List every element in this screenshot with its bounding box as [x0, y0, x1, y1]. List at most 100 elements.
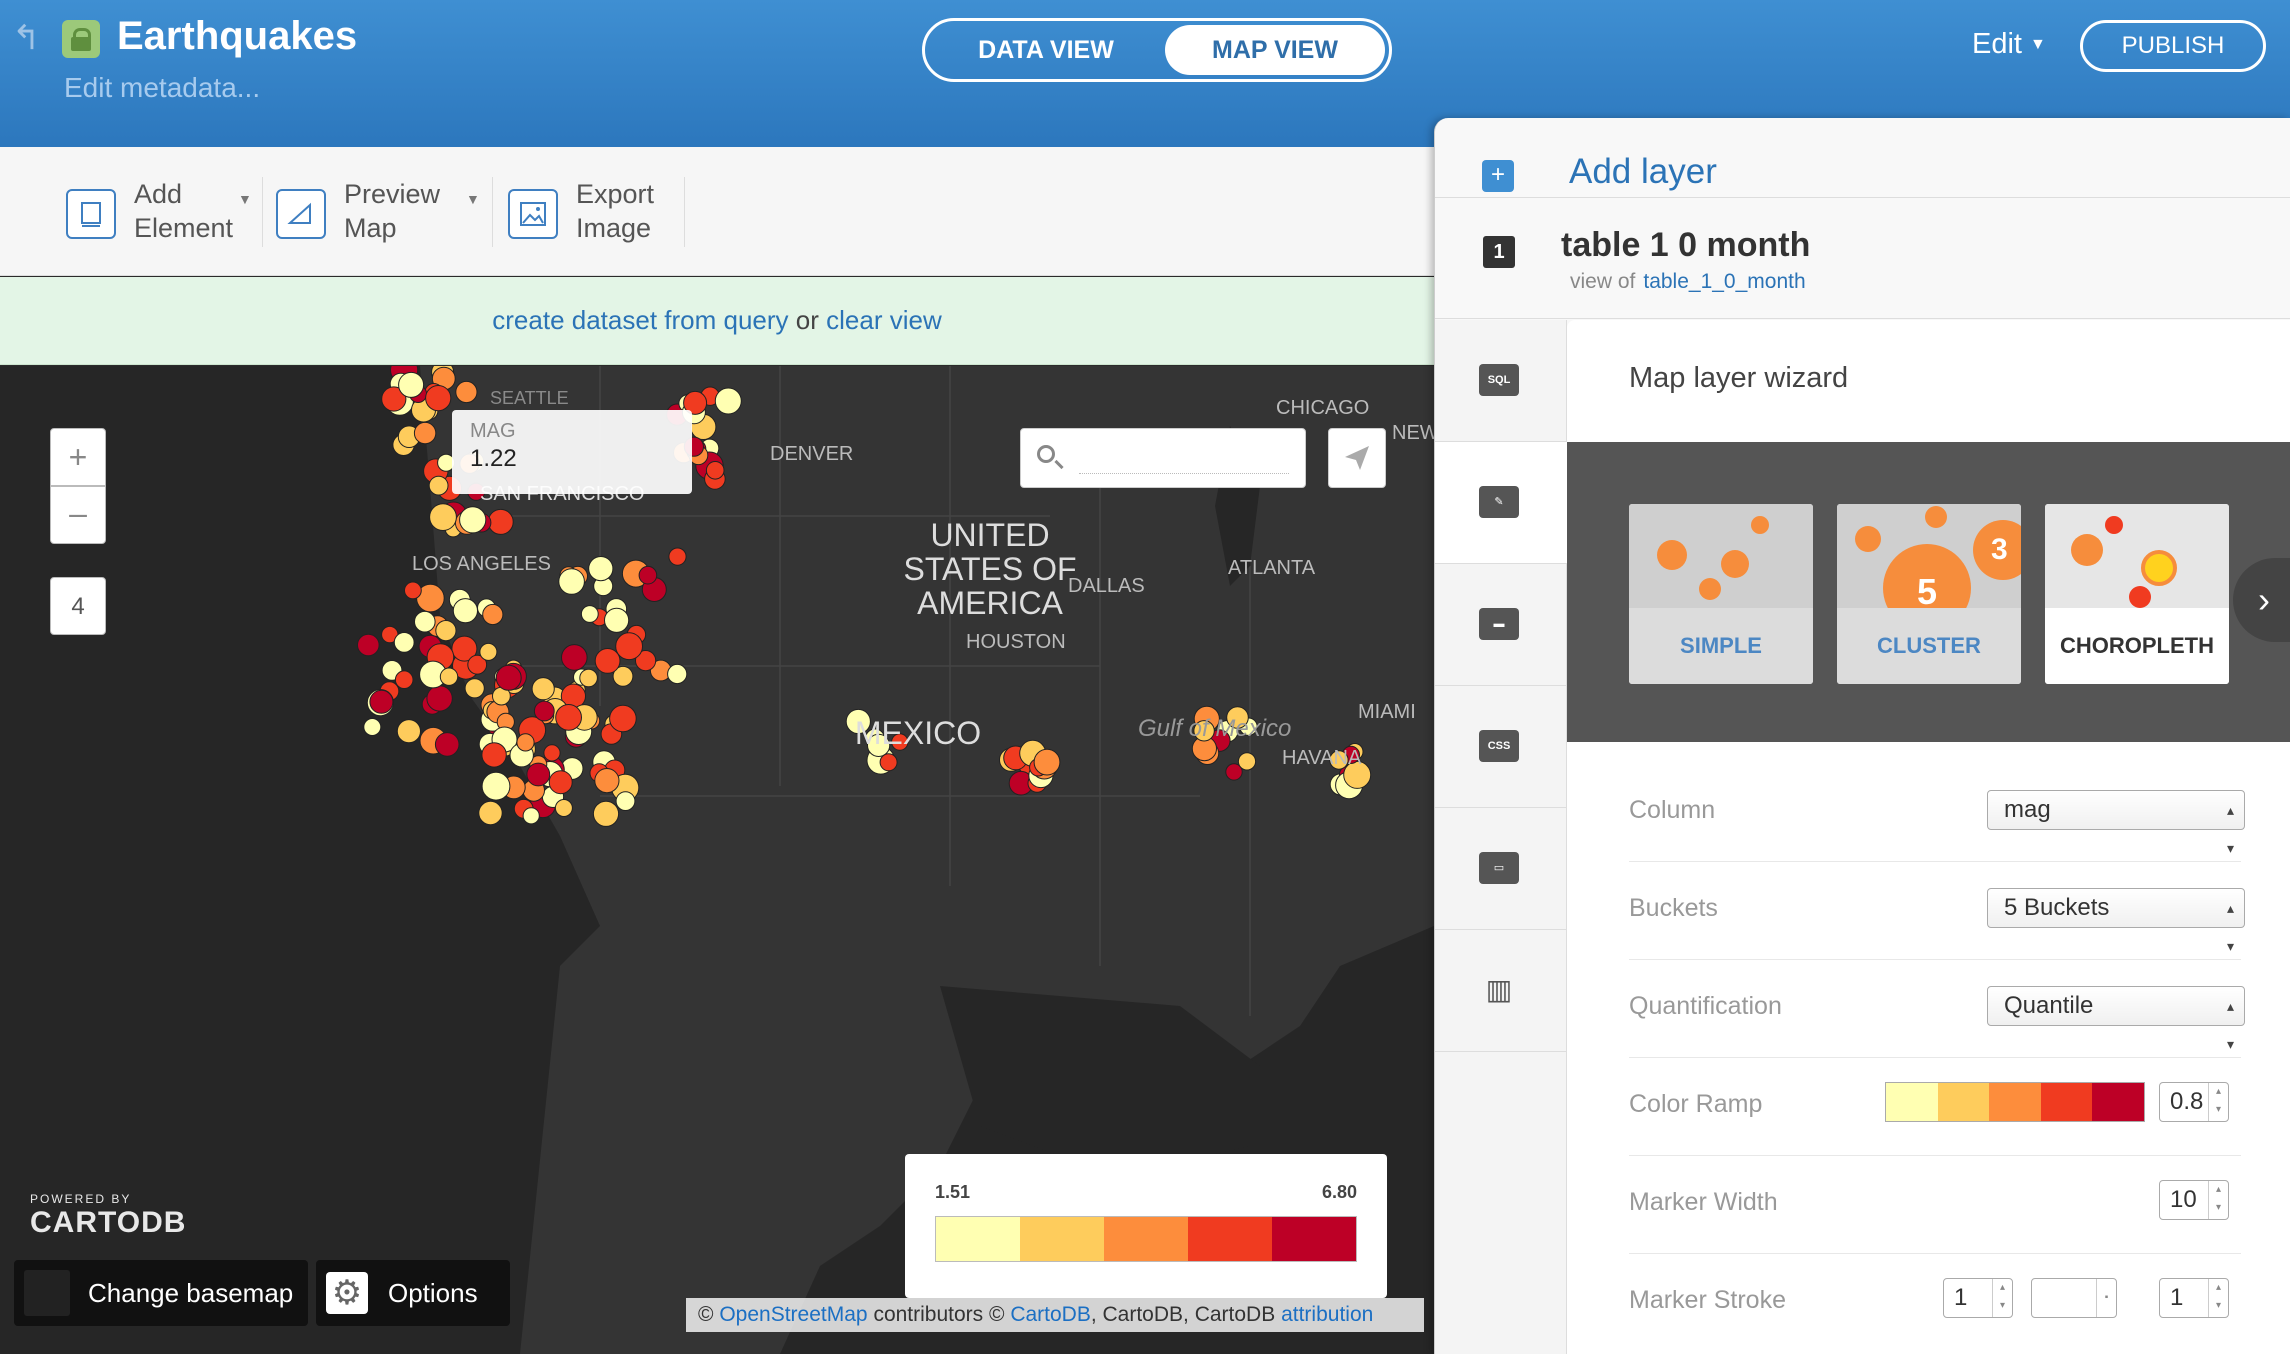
- earthquake-marker[interactable]: [579, 668, 598, 688]
- wizard-card-simple[interactable]: SIMPLE: [1629, 504, 1813, 684]
- table-link[interactable]: table_1_0_month: [1643, 270, 1805, 293]
- earthquake-marker[interactable]: [594, 648, 621, 674]
- earthquake-marker[interactable]: [609, 704, 637, 733]
- earthquake-marker[interactable]: [526, 762, 551, 787]
- edit-menu[interactable]: Edit ▼: [1972, 28, 2046, 61]
- nav-wizard[interactable]: ✎: [1435, 442, 1567, 564]
- earthquake-marker[interactable]: [533, 700, 555, 722]
- nav-legend[interactable]: ▭: [1435, 808, 1567, 930]
- nav-infowindow[interactable]: ▬: [1435, 564, 1567, 686]
- earthquake-marker[interactable]: [615, 632, 643, 661]
- options-button[interactable]: ⚙ Options: [316, 1260, 510, 1326]
- earthquake-marker[interactable]: [429, 503, 457, 532]
- marker-stroke-color-picker[interactable]: ▪: [2031, 1278, 2117, 1318]
- earthquake-marker[interactable]: [464, 678, 485, 699]
- earthquake-marker[interactable]: [439, 667, 459, 686]
- stepper-icon[interactable]: ▴ ▾: [1992, 1279, 2012, 1317]
- earthquake-marker[interactable]: [592, 800, 620, 827]
- earthquake-marker[interactable]: [615, 791, 636, 812]
- marker-stroke-opacity-input[interactable]: 1 ▴ ▾: [2159, 1278, 2229, 1318]
- zoom-out-button[interactable]: –: [50, 486, 106, 544]
- earthquake-marker[interactable]: [561, 644, 588, 671]
- earthquake-marker[interactable]: [455, 380, 478, 404]
- earthquake-marker[interactable]: [398, 371, 425, 398]
- earthquake-marker[interactable]: [459, 506, 487, 534]
- map-search-input[interactable]: [1020, 428, 1306, 488]
- earthquake-marker[interactable]: [554, 799, 573, 817]
- ramp-opacity-input[interactable]: 0.8 ▴ ▾: [2159, 1082, 2229, 1122]
- create-dataset-link[interactable]: create dataset from query: [492, 305, 788, 335]
- earthquake-marker[interactable]: [668, 547, 687, 566]
- earthquake-marker[interactable]: [414, 610, 436, 633]
- earthquake-marker[interactable]: [452, 598, 478, 624]
- earthquake-marker[interactable]: [481, 742, 507, 768]
- back-arrow-icon[interactable]: ↰: [12, 21, 44, 55]
- earthquake-marker[interactable]: [588, 556, 614, 582]
- earthquake-marker[interactable]: [435, 620, 457, 642]
- export-image-button[interactable]: Export Image: [508, 173, 688, 249]
- earthquake-marker[interactable]: [396, 719, 421, 744]
- publish-button[interactable]: PUBLISH: [2080, 20, 2266, 72]
- caret-down-icon[interactable]: ▼: [238, 191, 252, 207]
- earthquake-marker[interactable]: [363, 718, 382, 736]
- add-layer-bar[interactable]: + Add layer: [1435, 118, 2290, 198]
- nav-filters[interactable]: ▥: [1435, 930, 1567, 1052]
- earthquake-marker[interactable]: [638, 565, 658, 585]
- clear-view-link[interactable]: clear view: [826, 305, 942, 335]
- stepper-icon[interactable]: ▴ ▾: [2208, 1279, 2228, 1317]
- locate-button[interactable]: [1328, 428, 1386, 488]
- earthquake-marker[interactable]: [580, 605, 599, 623]
- earthquake-marker[interactable]: [404, 581, 422, 600]
- marker-stroke-width-input[interactable]: 1 ▴ ▾: [1943, 1278, 2013, 1318]
- zoom-in-button[interactable]: +: [50, 428, 106, 486]
- earthquake-marker[interactable]: [594, 768, 620, 794]
- lock-icon[interactable]: [62, 20, 100, 58]
- earthquake-marker[interactable]: [425, 384, 452, 412]
- earthquake-marker[interactable]: [479, 642, 498, 661]
- edit-metadata-link[interactable]: Edit metadata...: [64, 72, 260, 104]
- preview-map-button[interactable]: Preview Map ▼: [276, 173, 484, 249]
- earthquake-marker[interactable]: [357, 633, 380, 657]
- wizard-card-cluster[interactable]: 5 3 CLUSTER: [1837, 504, 2021, 684]
- map-canvas[interactable]: SEATTLE CHICAGO NEW UNITED STATES OF AMERICA D…: [0, 366, 1434, 1354]
- earthquake-marker[interactable]: [548, 770, 573, 795]
- marker-width-input[interactable]: 10 ▴ ▾: [2159, 1180, 2229, 1220]
- earthquake-marker[interactable]: [369, 689, 394, 714]
- earthquake-marker[interactable]: [516, 733, 535, 752]
- buckets-select[interactable]: 5 Buckets ▴ ▾: [1987, 888, 2245, 954]
- earthquake-marker[interactable]: [1033, 748, 1061, 776]
- earthquake-marker[interactable]: [531, 677, 555, 701]
- earthquake-marker[interactable]: [481, 771, 511, 801]
- cartodb-link[interactable]: CartoDB: [1010, 1303, 1091, 1326]
- layer-name[interactable]: table 1 0 month: [1561, 226, 1810, 265]
- earthquake-marker[interactable]: [394, 670, 414, 690]
- earthquake-marker[interactable]: [393, 632, 415, 653]
- caret-down-icon[interactable]: ▼: [466, 191, 480, 207]
- chevron-right-icon[interactable]: ›: [2233, 558, 2290, 642]
- earthquake-marker[interactable]: [705, 461, 725, 480]
- color-ramp-picker[interactable]: [1885, 1082, 2145, 1122]
- stepper-icon[interactable]: ▴ ▾: [2208, 1181, 2228, 1219]
- earthquake-marker[interactable]: [482, 603, 504, 626]
- earthquake-marker[interactable]: [667, 663, 688, 685]
- earthquake-marker[interactable]: [428, 475, 449, 496]
- earthquake-marker[interactable]: [487, 508, 514, 535]
- earthquake-marker[interactable]: [495, 664, 522, 691]
- earthquake-marker[interactable]: [522, 807, 540, 825]
- quantification-select[interactable]: Quantile ▴ ▾: [1987, 986, 2245, 1052]
- nav-css[interactable]: CSS: [1435, 686, 1567, 808]
- earthquake-marker[interactable]: [558, 568, 585, 595]
- earthquake-marker[interactable]: [434, 732, 460, 757]
- osm-link[interactable]: OpenStreetMap: [719, 1303, 867, 1326]
- earthquake-marker[interactable]: [426, 685, 453, 712]
- cartodb-logo[interactable]: POWERED BY CARTODB: [30, 1192, 186, 1240]
- earthquake-marker[interactable]: [604, 607, 630, 633]
- tab-data-view[interactable]: DATA VIEW: [929, 25, 1163, 75]
- earthquake-marker[interactable]: [555, 704, 582, 731]
- stepper-icon[interactable]: ▴ ▾: [2208, 1083, 2228, 1121]
- column-select[interactable]: mag ▴ ▾: [1987, 790, 2245, 856]
- earthquake-marker[interactable]: [543, 744, 561, 762]
- change-basemap-button[interactable]: Change basemap: [14, 1260, 308, 1326]
- earthquake-marker[interactable]: [478, 800, 503, 826]
- wizard-card-choropleth[interactable]: CHOROPLETH: [2045, 504, 2229, 684]
